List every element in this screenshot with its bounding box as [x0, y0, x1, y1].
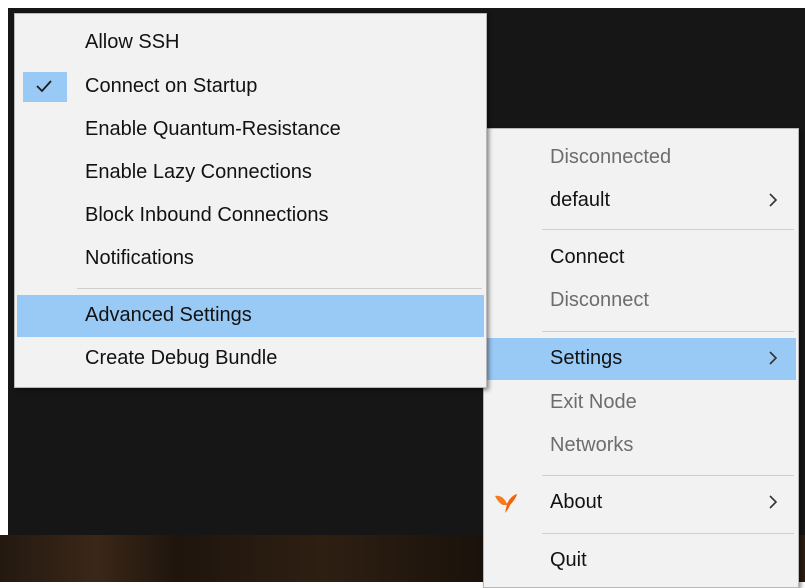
connect-on-startup-menu-item[interactable]: Connect on Startup	[17, 66, 484, 108]
networks-label: Networks	[550, 434, 634, 456]
settings-submenu: Allow SSH Connect on Startup Enable Quan…	[14, 13, 487, 388]
enable-quantum-resistance-label: Enable Quantum-Resistance	[85, 118, 341, 140]
quit-menu-item[interactable]: Quit	[486, 540, 796, 582]
separator	[542, 533, 794, 534]
chevron-right-icon	[769, 193, 778, 207]
enable-quantum-resistance-menu-item[interactable]: Enable Quantum-Resistance	[17, 109, 484, 151]
separator	[542, 229, 794, 230]
connect-on-startup-label: Connect on Startup	[85, 75, 258, 97]
settings-menu-item[interactable]: Settings	[486, 338, 796, 380]
advanced-settings-menu-item[interactable]: Advanced Settings	[17, 295, 484, 337]
create-debug-bundle-menu-item[interactable]: Create Debug Bundle	[17, 338, 484, 380]
connect-label: Connect	[550, 246, 625, 268]
allow-ssh-label: Allow SSH	[85, 31, 180, 53]
checked-indicator	[23, 72, 67, 102]
status-item: Disconnected	[486, 137, 796, 179]
chevron-right-icon	[769, 495, 778, 509]
connect-menu-item[interactable]: Connect	[486, 237, 796, 279]
chevron-right-icon	[769, 351, 778, 365]
block-inbound-connections-label: Block Inbound Connections	[85, 204, 329, 226]
separator	[77, 288, 482, 289]
quit-label: Quit	[550, 549, 587, 571]
notifications-label: Notifications	[85, 247, 194, 269]
enable-lazy-connections-label: Enable Lazy Connections	[85, 161, 312, 183]
disconnect-menu-item[interactable]: Disconnect	[486, 280, 796, 322]
profile-menu-item[interactable]: default	[486, 180, 796, 222]
settings-label: Settings	[550, 347, 623, 369]
separator	[542, 331, 794, 332]
status-label: Disconnected	[550, 146, 672, 168]
tray-context-menu: Disconnected default Connect Disconnect …	[483, 128, 799, 588]
exit-node-label: Exit Node	[550, 391, 637, 413]
block-inbound-connections-menu-item[interactable]: Block Inbound Connections	[17, 195, 484, 237]
advanced-settings-label: Advanced Settings	[85, 304, 252, 326]
networks-menu-item[interactable]: Networks	[486, 425, 796, 467]
netbird-logo-icon	[495, 494, 517, 513]
screen-edge-top	[0, 0, 805, 8]
notifications-menu-item[interactable]: Notifications	[17, 238, 484, 280]
separator	[542, 475, 794, 476]
enable-lazy-connections-menu-item[interactable]: Enable Lazy Connections	[17, 152, 484, 194]
exit-node-menu-item[interactable]: Exit Node	[486, 382, 796, 424]
create-debug-bundle-label: Create Debug Bundle	[85, 347, 278, 369]
about-label: About	[550, 491, 603, 513]
checkmark-icon	[36, 80, 52, 93]
profile-label: default	[550, 189, 611, 211]
disconnect-label: Disconnect	[550, 289, 649, 311]
screen-edge-left	[0, 0, 8, 582]
allow-ssh-menu-item[interactable]: Allow SSH	[17, 22, 484, 64]
about-menu-item[interactable]: About	[486, 482, 796, 524]
